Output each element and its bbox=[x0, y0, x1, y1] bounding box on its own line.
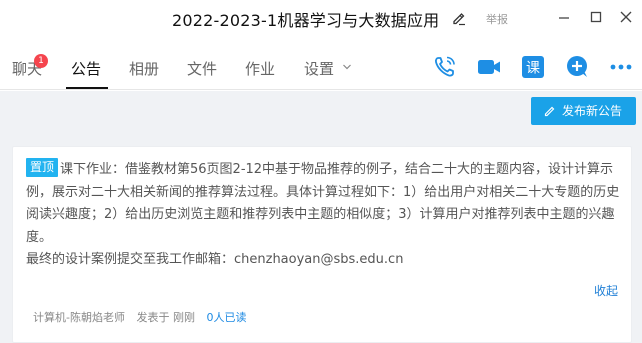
announcement-area: 发布新公告 课下作业：借鉴教材第56页图2-12中基于物品推荐的例子，结合二十大… bbox=[0, 91, 642, 343]
more-icon[interactable] bbox=[608, 54, 634, 80]
minimize-icon[interactable] bbox=[555, 8, 573, 26]
report-link[interactable]: 举报 bbox=[486, 11, 508, 27]
pinned-badge: 置顶 bbox=[26, 158, 59, 177]
tab-album[interactable]: 相册 bbox=[129, 58, 159, 79]
tab-files[interactable]: 文件 bbox=[187, 58, 217, 79]
active-tab-indicator bbox=[66, 87, 108, 89]
pencil-icon bbox=[544, 106, 555, 117]
tab-announcements[interactable]: 公告 bbox=[71, 58, 101, 79]
announcement-email-line: 最终的设计案例提交至我工作邮箱：chenzhaoyan@sbs.edu.cn bbox=[26, 252, 404, 267]
collapse-link[interactable]: 收起 bbox=[594, 282, 618, 299]
publish-button-label: 发布新公告 bbox=[562, 104, 623, 118]
publish-announcement-button[interactable]: 发布新公告 bbox=[531, 97, 636, 125]
tab-bar: 聊天 1 公告 相册 文件 作业 设置 课 bbox=[0, 40, 642, 90]
add-icon[interactable] bbox=[565, 54, 591, 80]
title-bar: 2022-2023-1机器学习与大数据应用 举报 bbox=[0, 0, 642, 40]
author: 计算机-陈朝焰老师 bbox=[33, 311, 125, 324]
announcement-card: 课下作业：借鉴教材第56页图2-12中基于物品推荐的例子，结合二十大的主题内容，… bbox=[12, 146, 632, 343]
read-count-link[interactable]: 0人已读 bbox=[206, 311, 246, 324]
tab-settings[interactable]: 设置 bbox=[304, 58, 334, 79]
video-icon[interactable] bbox=[476, 54, 502, 80]
edit-title-icon[interactable] bbox=[451, 10, 467, 26]
maximize-icon[interactable] bbox=[587, 8, 605, 26]
post-time: 发表于 刚刚 bbox=[136, 311, 195, 324]
close-icon[interactable] bbox=[617, 8, 635, 26]
phone-icon[interactable] bbox=[432, 54, 458, 80]
window-title: 2022-2023-1机器学习与大数据应用 bbox=[172, 11, 440, 30]
unread-badge: 1 bbox=[34, 54, 48, 68]
announcement-body: 课下作业：借鉴教材第56页图2-12中基于物品推荐的例子，结合二十大的主题内容，… bbox=[26, 162, 620, 245]
class-icon[interactable]: 课 bbox=[520, 54, 546, 80]
tab-homework[interactable]: 作业 bbox=[245, 58, 275, 79]
announcement-footer: 计算机-陈朝焰老师 发表于 刚刚 0人已读 bbox=[33, 309, 246, 325]
class-icon-label: 课 bbox=[526, 61, 540, 77]
chevron-down-icon[interactable] bbox=[342, 62, 352, 72]
